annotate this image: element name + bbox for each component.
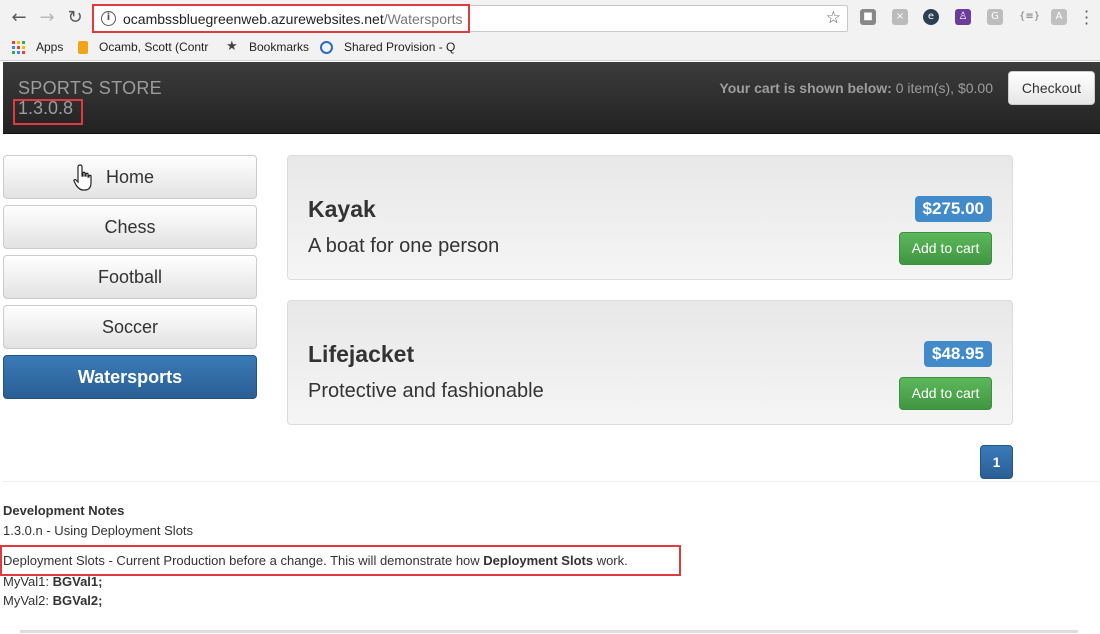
bookmark-ocamb[interactable]: Ocamb, Scott (Contr [99, 40, 213, 54]
extension-icon[interactable]: ♙ [955, 9, 971, 25]
shared-provision-icon [320, 41, 333, 54]
category-football-button[interactable]: Football [3, 255, 257, 299]
extension-icon[interactable]: {≡} [1019, 9, 1040, 25]
product-name: Kayak [308, 196, 376, 222]
add-to-cart-button[interactable]: Add to cart [899, 377, 992, 410]
page-1-button[interactable]: 1 [980, 445, 1013, 479]
product-card: Kayak A boat for one person $275.00 Add … [287, 155, 1013, 280]
url-highlight-box [92, 4, 470, 33]
bookmark-star-icon[interactable]: ☆ [826, 8, 841, 28]
apps-grid-icon[interactable] [12, 41, 26, 55]
add-to-cart-button[interactable]: Add to cart [899, 232, 992, 265]
category-soccer-button[interactable]: Soccer [3, 305, 257, 349]
bookmark-bookmarks[interactable]: Bookmarks [249, 40, 309, 54]
back-arrow-icon[interactable]: ← [8, 7, 30, 29]
bookmark-shared-provision[interactable]: Shared Provision - Q [344, 40, 456, 54]
pdf-extension-icon[interactable]: A [1051, 9, 1067, 25]
reload-icon[interactable]: ↻ [64, 7, 86, 29]
product-description: Protective and fashionable [308, 380, 544, 402]
brand-title[interactable]: SPORTS STORE [18, 78, 162, 99]
cart-summary: Your cart is shown below: 0 item(s), $0.… [719, 80, 993, 96]
notes-heading: Development Notes [3, 503, 125, 518]
notes-version-line: 1.3.0.n - Using Deployment Slots [3, 523, 194, 538]
price-badge: $48.95 [924, 341, 992, 367]
office-icon [78, 41, 88, 54]
browser-menu-icon[interactable]: · · · [1084, 4, 1089, 32]
forward-arrow-icon[interactable]: → [36, 7, 58, 29]
store-navbar: SPORTS STORE 1.3.0.8 Your cart is shown … [3, 62, 1100, 134]
section-divider [3, 481, 1100, 482]
hand-cursor-icon [73, 164, 92, 191]
price-badge: $275.00 [914, 196, 992, 222]
extension-icon[interactable]: ■ [860, 9, 876, 25]
bookmarks-bar: Apps Ocamb, Scott (Contr ★ Bookmarks Sha… [0, 36, 1100, 61]
category-chess-button[interactable]: Chess [3, 205, 257, 249]
version-highlight-box [13, 99, 83, 125]
bookmarks-star-icon: ★ [226, 39, 238, 54]
product-name: Lifejacket [308, 341, 415, 367]
bottom-rule [20, 630, 1078, 633]
deployment-slots-note: Deployment Slots - Current Production be… [3, 553, 628, 568]
category-home-button[interactable]: Home [3, 155, 257, 199]
product-description: A boat for one person [308, 235, 500, 257]
product-card: Lifejacket Protective and fashionable $4… [287, 300, 1013, 425]
myval1-line: MyVal1: BGVal1; [3, 574, 103, 589]
myval2-line: MyVal2: BGVal2; [3, 593, 103, 608]
extension-icon[interactable]: × [892, 9, 908, 25]
extension-icon[interactable]: G [987, 9, 1003, 25]
bookmark-apps[interactable]: Apps [36, 40, 63, 54]
checkout-button[interactable]: Checkout [1008, 71, 1095, 105]
category-watersports-button[interactable]: Watersports [3, 355, 257, 399]
extension-icon[interactable]: e [923, 9, 939, 25]
